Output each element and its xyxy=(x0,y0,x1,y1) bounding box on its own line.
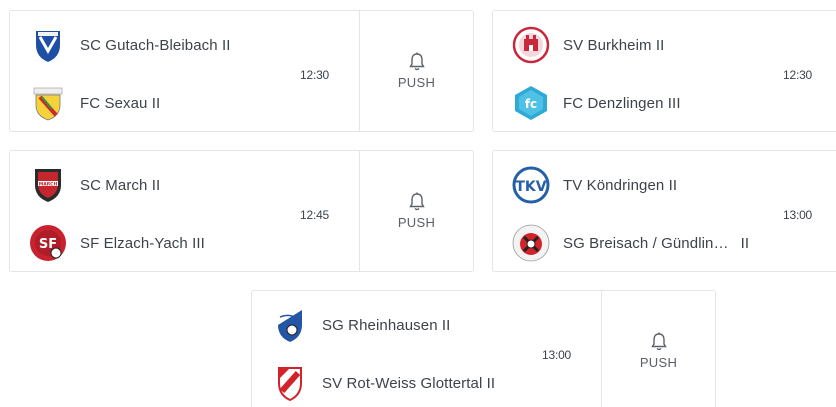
away-team-name: FC Sexau II xyxy=(80,94,161,112)
rheinhausen-crest-icon xyxy=(270,305,310,345)
away-team[interactable]: fc FC Denzlingen III xyxy=(511,83,681,123)
elzach-crest-icon: SF xyxy=(28,223,68,263)
svg-text:TKV: TKV xyxy=(515,179,546,195)
kickoff-time: 13:00 xyxy=(542,348,572,362)
match-card[interactable]: SG Rheinhausen II SV Rot-Weiss Glotterta… xyxy=(251,290,716,407)
away-team-name: SG Breisach / Gündlin… xyxy=(563,234,729,252)
home-team[interactable]: SC Gutach-Bleibach II xyxy=(28,25,231,65)
match-card[interactable]: SV Burkheim II fc FC Denzlingen III 12:3… xyxy=(492,10,836,132)
breisach-crest-icon xyxy=(511,223,551,263)
kickoff-time: 13:00 xyxy=(783,208,813,222)
away-team[interactable]: SV Rot-Weiss Glottertal II xyxy=(270,363,495,403)
push-button[interactable]: PUSH xyxy=(359,151,473,271)
away-team[interactable]: FC Sexau II xyxy=(28,83,160,123)
bell-icon xyxy=(408,192,426,212)
away-team-suffix: II xyxy=(740,234,750,252)
home-team-name: SV Burkheim II xyxy=(563,36,665,54)
match-card[interactable]: TKV TV Köndringen II SG Breisach / Gündl… xyxy=(492,150,836,272)
sexau-crest-icon xyxy=(28,83,68,123)
home-team-name: SC Gutach-Bleibach II xyxy=(80,36,231,54)
home-team-name: SG Rheinhausen II xyxy=(322,316,451,334)
away-team[interactable]: SF SF Elzach-Yach III xyxy=(28,223,205,263)
away-team-name: SF Elzach-Yach III xyxy=(80,234,205,252)
march-crest-icon: MARCH xyxy=(28,165,68,205)
home-team-name: TV Köndringen II xyxy=(563,176,678,194)
home-team[interactable]: MARCH SC March II xyxy=(28,165,160,205)
push-label: PUSH xyxy=(639,355,678,370)
kickoff-time: 12:30 xyxy=(300,68,330,82)
svg-text:MARCH: MARCH xyxy=(39,182,58,188)
koendringen-crest-icon: TKV xyxy=(511,165,551,205)
away-team-name: FC Denzlingen III xyxy=(563,94,681,112)
away-team-name: SV Rot-Weiss Glottertal II xyxy=(322,374,496,392)
bell-icon xyxy=(650,332,668,352)
push-label: PUSH xyxy=(397,215,436,230)
kickoff-time: 12:45 xyxy=(300,208,330,222)
burkheim-crest-icon xyxy=(511,25,551,65)
match-card[interactable]: MARCH SC March II SF SF Elzach-Yach III … xyxy=(9,150,474,272)
home-team[interactable]: TKV TV Köndringen II xyxy=(511,165,677,205)
match-card[interactable]: SC Gutach-Bleibach II FC Sexau II 12:30 … xyxy=(9,10,474,132)
push-label: PUSH xyxy=(397,75,436,90)
kickoff-time: 12:30 xyxy=(783,68,813,82)
away-team[interactable]: SG Breisach / Gündlin… II xyxy=(511,223,749,263)
home-team[interactable]: SV Burkheim II xyxy=(511,25,664,65)
glottertal-crest-icon xyxy=(270,363,310,403)
bell-icon xyxy=(408,52,426,72)
home-team-name: SC March II xyxy=(80,176,161,194)
gutach-crest-icon xyxy=(28,25,68,65)
push-button[interactable]: PUSH xyxy=(601,291,715,407)
svg-text:fc: fc xyxy=(525,97,537,111)
push-button[interactable]: PUSH xyxy=(359,11,473,131)
home-team[interactable]: SG Rheinhausen II xyxy=(270,305,450,345)
denzlingen-crest-icon: fc xyxy=(511,83,551,123)
